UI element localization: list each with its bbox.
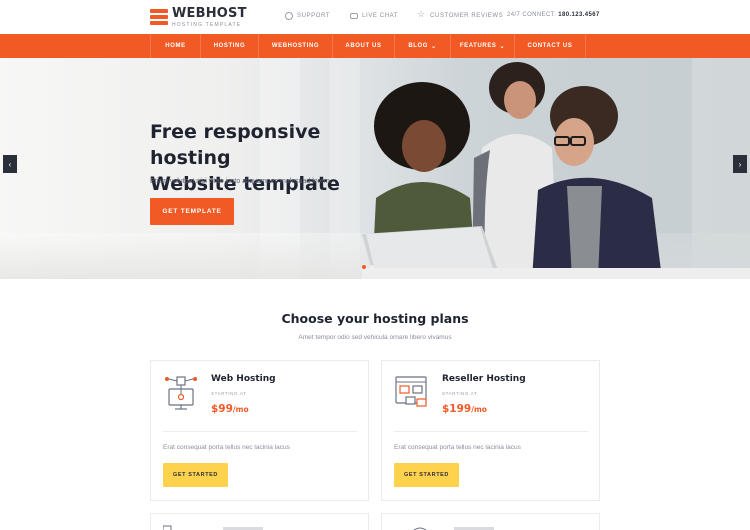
slider-dot[interactable] [370, 265, 374, 269]
chat-icon [350, 13, 359, 19]
server-network-icon [165, 376, 197, 410]
reseller-windows-icon [395, 376, 427, 407]
plan-card-partial [150, 513, 369, 530]
nav-item-blog[interactable]: BLOG ⌄ [394, 34, 450, 58]
chevron-down-icon: ⌄ [499, 43, 506, 50]
plan-starting-label: STARTING AT [442, 391, 478, 396]
slider-dot[interactable] [362, 265, 366, 269]
plan-name: Web Hosting [211, 374, 276, 384]
connect-phone[interactable]: 180.123.4567 [558, 12, 600, 18]
divider [163, 431, 357, 432]
plan-description: Erat consequat porta tellus nec lacinia … [163, 444, 290, 451]
chevron-down-icon: ⌄ [431, 43, 437, 50]
logo-stack-icon [150, 9, 168, 25]
logo-tagline: HOSTING TEMPLATE [172, 22, 242, 28]
hero-title-line-1: Free responsive hosting [150, 121, 321, 169]
plan-card-partial [381, 513, 600, 530]
chevron-left-icon: ‹ [8, 159, 12, 169]
slider-dots [362, 265, 378, 269]
nav-item-home[interactable]: HOME [150, 34, 200, 58]
slider-next-button[interactable]: › [733, 155, 747, 173]
plan-name: Reseller Hosting [442, 374, 526, 384]
nav-item-webhosting[interactable]: WEBHOSTING [258, 34, 332, 58]
plans-title: Choose your hosting plans [281, 311, 469, 326]
plan-card-peek [163, 525, 263, 530]
plan-description: Erat consequat porta tellus nec lacinia … [394, 444, 521, 451]
slider-prev-button[interactable]: ‹ [3, 155, 17, 173]
divider [394, 431, 588, 432]
nav-item-features[interactable]: FEATURES ⌄ [450, 34, 514, 58]
nav-item-about-us[interactable]: ABOUT US [332, 34, 394, 58]
plan-card-web-hosting: Web Hosting STARTING AT $99/mo Erat cons… [150, 360, 369, 501]
star-icon [417, 9, 426, 20]
connect-info: 24/7 CONNECT: 180.123.4567 [507, 12, 600, 18]
chevron-right-icon: › [738, 159, 742, 169]
nav-item-hosting[interactable]: HOSTING [200, 34, 258, 58]
logo[interactable]: WEBHOST HOSTING TEMPLATE [150, 7, 247, 28]
connect-label: 24/7 CONNECT: [507, 12, 557, 18]
top-bar: WEBHOST HOSTING TEMPLATE SUPPORT LIVE CH… [0, 0, 750, 34]
top-links: SUPPORT LIVE CHAT CUSTOMER REVIEWS [285, 9, 523, 20]
plan-price: $199/mo [442, 403, 487, 415]
plan-starting-label: STARTING AT [211, 391, 247, 396]
customer-reviews-link[interactable]: CUSTOMER REVIEWS [417, 9, 504, 20]
logo-name: WEBHOST [172, 6, 247, 21]
live-chat-link[interactable]: LIVE CHAT [350, 13, 398, 19]
main-nav: HOME HOSTING WEBHOSTING ABOUT US BLOG ⌄ F… [0, 34, 750, 58]
plan-card-reseller-hosting: Reseller Hosting STARTING AT $199/mo Era… [381, 360, 600, 501]
get-template-button[interactable]: GET TEMPLATE [150, 198, 234, 225]
live-chat-label: LIVE CHAT [362, 13, 399, 19]
get-started-button[interactable]: GET STARTED [394, 463, 459, 487]
plans-subtitle: Amet tempor odio sed vehicula ornare lib… [298, 334, 452, 341]
nav-item-contact-us[interactable]: CONTACT US [514, 34, 586, 58]
get-started-button[interactable]: GET STARTED [163, 463, 228, 487]
hero-title: Free responsive hosting Website template [150, 119, 390, 197]
support-link[interactable]: SUPPORT [285, 12, 330, 20]
support-label: SUPPORT [297, 13, 331, 19]
hero-subtitle: Etiam volutpat nisi vitae justo aliquamn… [150, 178, 332, 185]
lifebuoy-icon [285, 12, 293, 20]
plan-card-peek [413, 527, 494, 530]
customer-reviews-label: CUSTOMER REVIEWS [430, 13, 504, 19]
plan-price: $99/mo [211, 403, 249, 415]
hero-people-image [362, 58, 750, 279]
hero-banner: Free responsive hosting Website template… [0, 58, 750, 279]
